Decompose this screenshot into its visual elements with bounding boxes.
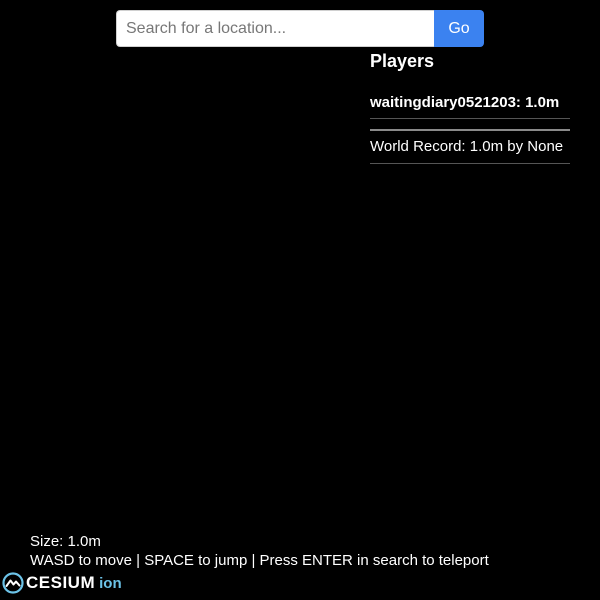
player-entry: waitingdiary0521203: 1.0m — [370, 93, 570, 119]
cesium-ion-logo[interactable]: CESIUM ion — [2, 571, 122, 595]
players-panel: Players waitingdiary0521203: 1.0m World … — [370, 48, 570, 164]
players-title: Players — [370, 51, 435, 71]
world-record: World Record: 1.0m by None — [370, 131, 570, 164]
search-bar: Go — [116, 10, 484, 47]
size-readout: Size: 1.0m — [30, 533, 101, 550]
controls-help: WASD to move | SPACE to jump | Press ENT… — [30, 552, 489, 569]
player-list: waitingdiary0521203: 1.0m — [370, 93, 570, 119]
go-button[interactable]: Go — [434, 10, 484, 47]
game-viewport[interactable]: Go Players waitingdiary0521203: 1.0m Wor… — [0, 0, 600, 600]
hud: Size: 1.0m WASD to move | SPACE to jump … — [30, 532, 489, 570]
cesium-logo-product: ion — [99, 574, 122, 592]
cesium-logo-brand: CESIUM — [26, 573, 96, 592]
cesium-globe-icon — [2, 572, 24, 594]
search-input[interactable] — [116, 10, 434, 47]
